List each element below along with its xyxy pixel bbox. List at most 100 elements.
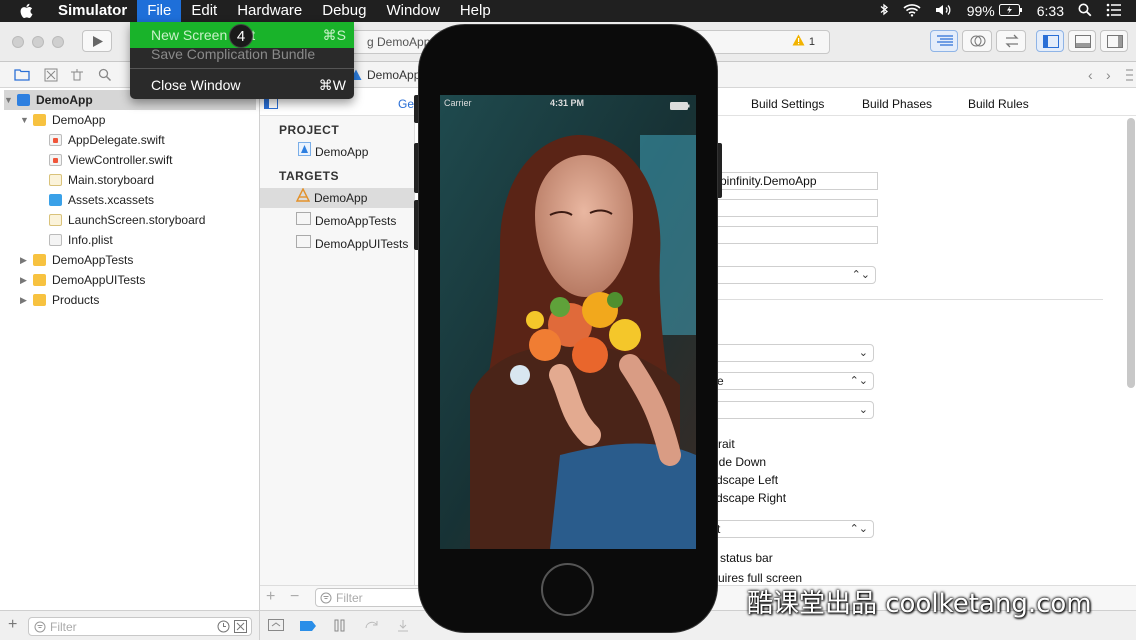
tab-build-settings[interactable]: Build Settings bbox=[751, 97, 824, 111]
build-field[interactable] bbox=[700, 226, 878, 244]
navigator-item-demoapp-group[interactable]: ▼ DemoApp bbox=[20, 110, 105, 130]
hide-debug-area-icon[interactable] bbox=[268, 619, 284, 634]
navigator-item-viewcontroller[interactable]: ViewController.swift bbox=[49, 150, 172, 170]
standard-editor-button[interactable] bbox=[930, 30, 958, 52]
symbol-navigator-icon[interactable] bbox=[70, 68, 84, 85]
menu-simulator[interactable]: Simulator bbox=[48, 0, 137, 22]
target-label: DemoAppTests bbox=[315, 214, 397, 228]
test-target-icon bbox=[296, 234, 311, 254]
disclosure-open-icon[interactable]: ▼ bbox=[4, 90, 14, 110]
scm-filter-icon[interactable] bbox=[234, 620, 247, 636]
main-interface-popup[interactable]: ⌄ bbox=[700, 401, 874, 419]
photo-woman-with-flowers bbox=[440, 95, 696, 549]
project-item-demoapp[interactable]: DemoApp bbox=[298, 142, 368, 162]
warning-indicator[interactable]: 1 bbox=[792, 31, 815, 53]
apple-menu-icon[interactable] bbox=[16, 0, 36, 22]
targets-section-header: TARGETS bbox=[279, 169, 339, 183]
wifi-icon[interactable] bbox=[903, 3, 921, 20]
tab-general[interactable]: Ge bbox=[398, 97, 414, 111]
disclosure-closed-icon[interactable]: ▶ bbox=[20, 270, 30, 290]
run-button[interactable] bbox=[82, 30, 112, 52]
project-navigator-icon[interactable] bbox=[14, 68, 30, 84]
find-navigator-icon[interactable] bbox=[98, 68, 112, 85]
assistant-editor-button[interactable] bbox=[962, 30, 992, 52]
menu-item-close-window[interactable]: Close Window ⌘W bbox=[130, 72, 354, 98]
tab-build-rules[interactable]: Build Rules bbox=[968, 97, 1029, 111]
filter-placeholder: Filter bbox=[50, 620, 77, 634]
close-window-button[interactable] bbox=[12, 36, 24, 48]
navigator-item-products[interactable]: ▶ Products bbox=[20, 290, 99, 310]
jumpbar-back-icon[interactable]: ‹ bbox=[1088, 67, 1093, 83]
menu-debug[interactable]: Debug bbox=[312, 0, 376, 22]
targets-filter-field[interactable]: Filter bbox=[315, 588, 425, 607]
ios-time: 4:31 PM bbox=[550, 98, 585, 108]
menu-window[interactable]: Window bbox=[376, 0, 449, 22]
orientation-portrait-label: rait bbox=[718, 437, 735, 451]
app-target-icon bbox=[295, 187, 311, 208]
notification-center-icon[interactable] bbox=[1106, 3, 1122, 20]
recent-files-icon[interactable] bbox=[217, 620, 230, 636]
navigator-filter-bar: + Filter bbox=[0, 610, 260, 640]
team-popup[interactable]: ⌃⌄ bbox=[700, 266, 876, 284]
battery-percent: 99% bbox=[966, 3, 995, 19]
navigator-item-main-storyboard[interactable]: Main.storyboard bbox=[49, 170, 154, 190]
popup-chevron-icon: ⌃⌄ bbox=[849, 523, 868, 535]
volume-icon[interactable] bbox=[935, 3, 953, 20]
add-file-icon[interactable]: + bbox=[8, 616, 17, 634]
target-item-demoappuitests[interactable]: DemoAppUITests bbox=[296, 234, 408, 254]
version-field[interactable] bbox=[700, 199, 878, 217]
clock[interactable]: 6:33 bbox=[1037, 3, 1064, 19]
menu-help[interactable]: Help bbox=[450, 0, 501, 22]
zoom-window-button[interactable] bbox=[52, 36, 64, 48]
bluetooth-icon[interactable] bbox=[879, 3, 889, 20]
disclosure-open-icon[interactable]: ▼ bbox=[20, 110, 30, 130]
step-into-icon[interactable] bbox=[396, 619, 410, 635]
navigator-item-demoappuitests[interactable]: ▶ DemoAppUITests bbox=[20, 270, 145, 290]
spotlight-icon[interactable] bbox=[1078, 3, 1092, 20]
tab-build-phases[interactable]: Build Phases bbox=[862, 97, 932, 111]
bundle-identifier-field[interactable]: pinfinity.DemoApp bbox=[700, 172, 878, 190]
devices-popup[interactable]: e ⌃⌄ bbox=[700, 372, 874, 390]
navigator-item-label: Info.plist bbox=[68, 233, 113, 247]
menu-hardware[interactable]: Hardware bbox=[227, 0, 312, 22]
remove-target-icon[interactable]: − bbox=[290, 588, 299, 606]
disclosure-closed-icon[interactable]: ▶ bbox=[20, 250, 30, 270]
toggle-navigator-button[interactable] bbox=[1036, 30, 1064, 52]
navigator-filter-field[interactable]: Filter bbox=[28, 617, 252, 636]
deployment-target-popup[interactable]: ⌄ bbox=[700, 344, 874, 362]
minimize-window-button[interactable] bbox=[32, 36, 44, 48]
home-button[interactable] bbox=[541, 563, 594, 616]
filter-icon bbox=[320, 592, 332, 607]
navigator-item-demoapptests[interactable]: ▶ DemoAppTests bbox=[20, 250, 133, 270]
toggle-debug-area-button[interactable] bbox=[1068, 30, 1096, 52]
version-editor-button[interactable] bbox=[996, 30, 1026, 52]
project-item-label: DemoApp bbox=[315, 145, 369, 159]
navigator-item-launchscreen[interactable]: LaunchScreen.storyboard bbox=[49, 210, 205, 230]
simulator-screen[interactable]: Carrier 4:31 PM bbox=[440, 95, 696, 549]
step-over-icon[interactable] bbox=[364, 619, 380, 635]
add-target-icon[interactable]: + bbox=[266, 588, 275, 606]
jumpbar-forward-icon[interactable]: › bbox=[1106, 67, 1111, 83]
menu-edit[interactable]: Edit bbox=[181, 0, 227, 22]
editor-scrollbar[interactable] bbox=[1127, 118, 1135, 388]
jumpbar-crumb[interactable]: DemoApp bbox=[367, 68, 420, 82]
target-label: DemoApp bbox=[314, 191, 368, 205]
navigator-item-assets[interactable]: Assets.xcassets bbox=[49, 190, 154, 210]
status-bar-style-popup[interactable]: t ⌃⌄ bbox=[700, 520, 874, 538]
disclosure-closed-icon[interactable]: ▶ bbox=[20, 290, 30, 310]
navigator-item-label: DemoAppUITests bbox=[52, 273, 146, 287]
battery-status[interactable]: 99% bbox=[967, 3, 1023, 19]
toggle-utilities-button[interactable] bbox=[1100, 30, 1128, 52]
source-control-icon[interactable] bbox=[44, 68, 58, 85]
show-hide-targets-icon[interactable] bbox=[264, 97, 278, 112]
target-item-demoapp[interactable]: DemoApp bbox=[260, 187, 415, 208]
navigator-item-info-plist[interactable]: Info.plist bbox=[49, 230, 113, 250]
play-icon bbox=[92, 35, 104, 51]
navigator-item-appdelegate[interactable]: AppDelegate.swift bbox=[49, 130, 165, 150]
menu-file[interactable]: File bbox=[137, 0, 182, 22]
click-step-badge: 4 bbox=[229, 24, 253, 48]
related-items-icon[interactable] bbox=[1124, 68, 1134, 85]
pause-icon[interactable] bbox=[334, 619, 346, 635]
target-item-demoapptests[interactable]: DemoAppTests bbox=[296, 211, 396, 231]
breakpoints-icon[interactable] bbox=[300, 620, 316, 634]
